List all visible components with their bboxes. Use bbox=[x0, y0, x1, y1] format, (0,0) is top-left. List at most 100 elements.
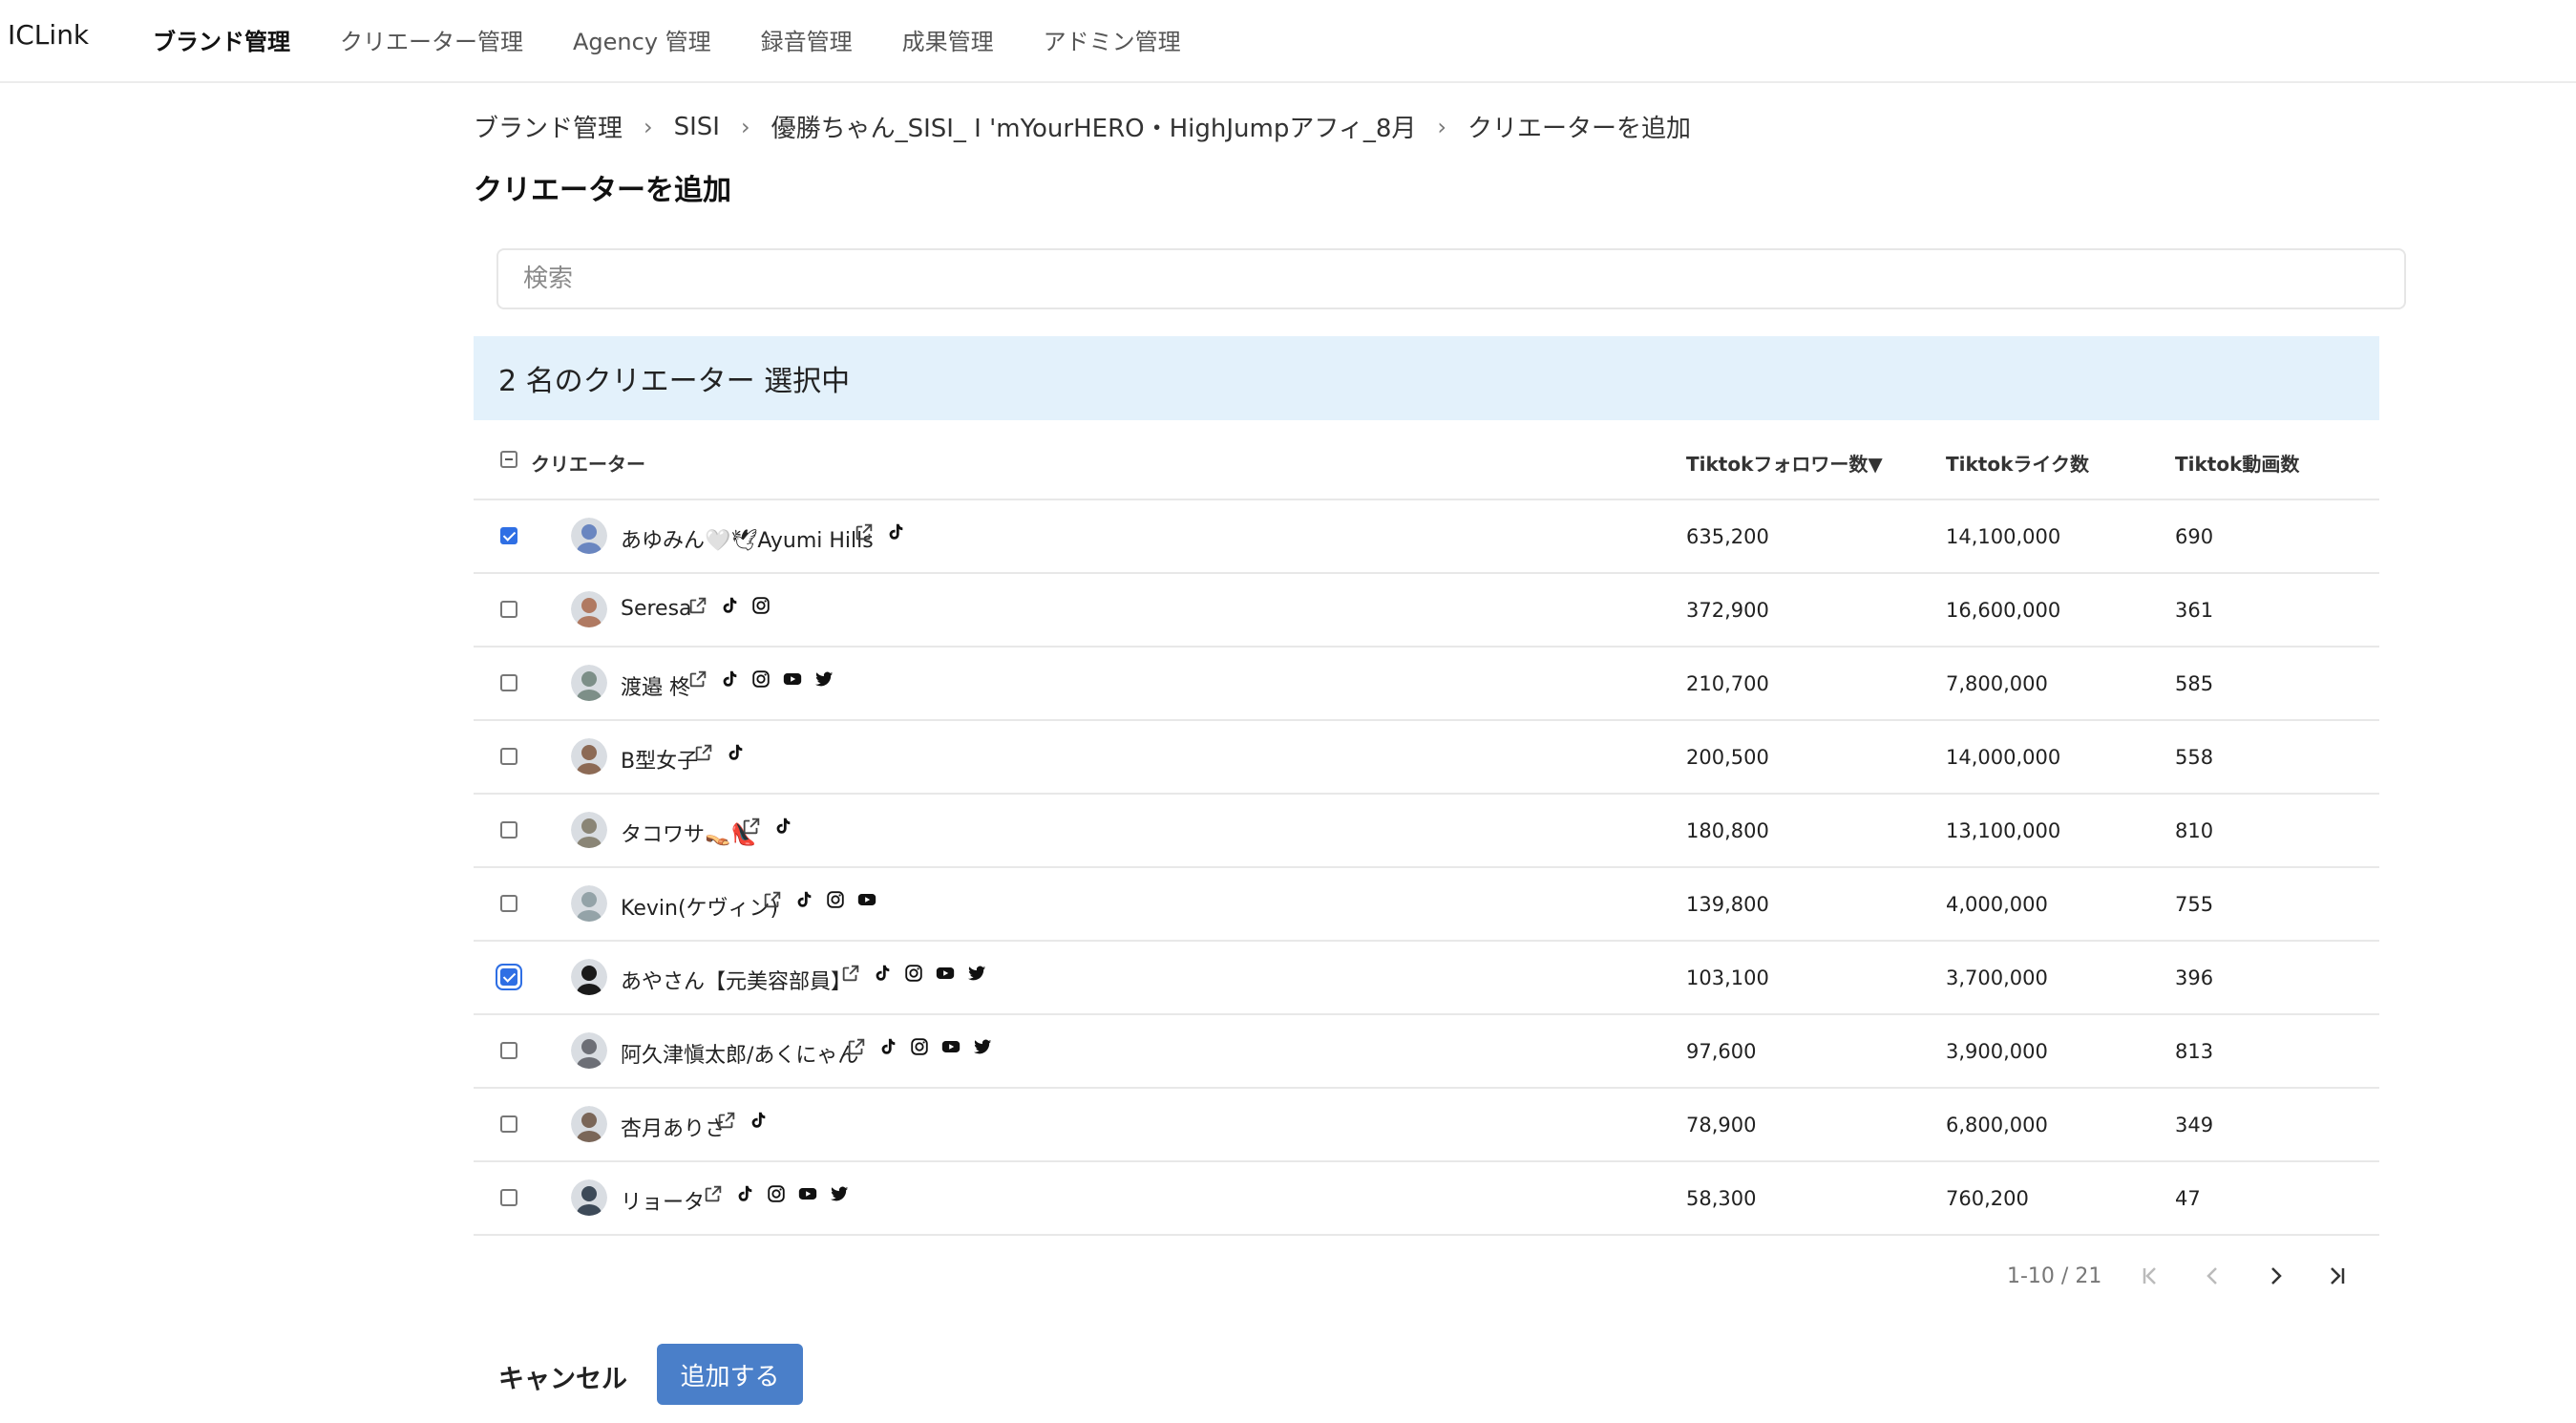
youtube-icon[interactable] bbox=[856, 889, 877, 910]
breadcrumb-brand[interactable]: SISI bbox=[674, 113, 720, 141]
creator-name[interactable]: 渡邉 柊 bbox=[621, 670, 690, 701]
instagram-icon[interactable] bbox=[825, 889, 846, 910]
twitter-icon[interactable] bbox=[829, 1183, 850, 1204]
table-row[interactable]: Kevin(ケヴィン) 139,800 4,000,000 755 bbox=[474, 868, 2379, 942]
first-page-icon[interactable] bbox=[2135, 1261, 2165, 1291]
tiktok-icon[interactable] bbox=[725, 742, 746, 763]
table-row[interactable]: Seresa 372,900 16,600,000 361 bbox=[474, 574, 2379, 648]
creator-name[interactable]: 阿久津愼太郎/あくにゃん bbox=[621, 1038, 858, 1069]
social-links bbox=[840, 963, 987, 984]
avatar bbox=[571, 1179, 607, 1216]
row-checkbox[interactable] bbox=[500, 601, 517, 618]
external-link-icon[interactable] bbox=[693, 742, 714, 763]
tiktok-icon[interactable] bbox=[719, 595, 740, 616]
breadcrumb-brand-management[interactable]: ブランド管理 bbox=[474, 109, 623, 144]
instagram-icon[interactable] bbox=[750, 669, 771, 690]
page-title: クリエーターを追加 bbox=[474, 174, 731, 207]
next-page-icon[interactable] bbox=[2261, 1261, 2291, 1291]
row-checkbox[interactable] bbox=[500, 1189, 517, 1206]
breadcrumb-campaign[interactable]: 優勝ちゃん_SISI_ I 'mYourHERO・HighJumpアフィ_8月 bbox=[771, 109, 1417, 144]
creator-name[interactable]: タコワサ👡👠 bbox=[621, 818, 757, 848]
twitter-icon[interactable] bbox=[966, 963, 987, 984]
tiktok-icon[interactable] bbox=[734, 1183, 755, 1204]
creator-name[interactable]: B型女子 bbox=[621, 744, 698, 775]
external-link-icon[interactable] bbox=[762, 889, 783, 910]
chevron-right-icon: › bbox=[1437, 113, 1446, 140]
table-row[interactable]: 渡邉 柊 210,700 7,800,000 585 bbox=[474, 648, 2379, 721]
cancel-button[interactable]: キャンセル bbox=[498, 1358, 627, 1395]
row-checkbox[interactable] bbox=[500, 527, 517, 544]
creator-name[interactable]: Kevin(ケヴィン) bbox=[621, 891, 778, 922]
column-header-videos[interactable]: Tiktok動画数 bbox=[2175, 449, 2299, 477]
nav-admin-management[interactable]: アドミン管理 bbox=[1044, 23, 1181, 56]
instagram-icon[interactable] bbox=[909, 1036, 930, 1057]
creator-name[interactable]: あゆみん🤍🕊Ayumi Hills bbox=[621, 523, 874, 554]
youtube-icon[interactable] bbox=[940, 1036, 961, 1057]
youtube-icon[interactable] bbox=[797, 1183, 818, 1204]
tiktok-icon[interactable] bbox=[877, 1036, 898, 1057]
add-button[interactable]: 追加する bbox=[657, 1344, 803, 1405]
tiktok-followers: 372,900 bbox=[1686, 599, 1769, 622]
creator-name[interactable]: Seresa bbox=[621, 597, 692, 621]
tiktok-icon[interactable] bbox=[748, 1110, 769, 1131]
tiktok-likes: 13,100,000 bbox=[1946, 819, 2061, 842]
column-header-followers[interactable]: Tiktokフォロワー数▼ bbox=[1686, 449, 1883, 477]
select-all-checkbox[interactable] bbox=[500, 451, 517, 468]
youtube-icon[interactable] bbox=[935, 963, 956, 984]
tiktok-icon[interactable] bbox=[772, 816, 793, 837]
external-link-icon[interactable] bbox=[846, 1036, 867, 1057]
row-checkbox[interactable] bbox=[500, 895, 517, 912]
nav-creator-management[interactable]: クリエーター管理 bbox=[340, 23, 523, 56]
breadcrumb: ブランド管理 › SISI › 優勝ちゃん_SISI_ I 'mYourHERO… bbox=[474, 109, 1691, 144]
table-row[interactable]: タコワサ👡👠 180,800 13,100,000 810 bbox=[474, 795, 2379, 868]
external-link-icon[interactable] bbox=[687, 669, 708, 690]
column-header-likes[interactable]: Tiktokライク数 bbox=[1946, 449, 2089, 477]
creator-name[interactable]: あやさん【元美容部員】 bbox=[621, 965, 852, 995]
tiktok-icon[interactable] bbox=[793, 889, 814, 910]
instagram-icon[interactable] bbox=[766, 1183, 787, 1204]
twitter-icon[interactable] bbox=[813, 669, 834, 690]
table-row[interactable]: あゆみん🤍🕊Ayumi Hills 635,200 14,100,000 690 bbox=[474, 500, 2379, 574]
last-page-icon[interactable] bbox=[2322, 1261, 2353, 1291]
external-link-icon[interactable] bbox=[840, 963, 861, 984]
search-input[interactable] bbox=[496, 248, 2406, 309]
chevron-right-icon: › bbox=[740, 113, 750, 140]
tiktok-followers: 180,800 bbox=[1686, 819, 1769, 842]
nav-agency-management[interactable]: Agency 管理 bbox=[573, 23, 711, 56]
nav-results-management[interactable]: 成果管理 bbox=[902, 23, 994, 56]
table-row[interactable]: B型女子 200,500 14,000,000 558 bbox=[474, 721, 2379, 795]
external-link-icon[interactable] bbox=[716, 1110, 737, 1131]
table-row[interactable]: 阿久津愼太郎/あくにゃん 97,600 3,900,000 813 bbox=[474, 1015, 2379, 1089]
row-checkbox[interactable] bbox=[500, 821, 517, 839]
instagram-icon[interactable] bbox=[750, 595, 771, 616]
row-checkbox[interactable] bbox=[500, 748, 517, 765]
creator-name[interactable]: 杏月ありさ bbox=[621, 1112, 726, 1142]
nav-recording-management[interactable]: 録音管理 bbox=[761, 23, 853, 56]
external-link-icon[interactable] bbox=[687, 595, 708, 616]
tiktok-icon[interactable] bbox=[719, 669, 740, 690]
avatar bbox=[571, 665, 607, 701]
external-link-icon[interactable] bbox=[703, 1183, 724, 1204]
creator-name[interactable]: リョータ bbox=[621, 1185, 705, 1216]
row-checkbox[interactable] bbox=[500, 1042, 517, 1059]
previous-page-icon[interactable] bbox=[2198, 1261, 2228, 1291]
table-row[interactable]: 杏月ありさ 78,900 6,800,000 349 bbox=[474, 1089, 2379, 1162]
app-logo[interactable]: ICLink bbox=[8, 19, 89, 51]
tiktok-likes: 14,100,000 bbox=[1946, 525, 2061, 548]
tiktok-icon[interactable] bbox=[885, 521, 906, 542]
tiktok-followers: 210,700 bbox=[1686, 672, 1769, 695]
tiktok-icon[interactable] bbox=[872, 963, 893, 984]
nav-brand-management[interactable]: ブランド管理 bbox=[153, 23, 290, 56]
table-row[interactable]: リョータ 58,300 760,200 47 bbox=[474, 1162, 2379, 1236]
external-link-icon[interactable] bbox=[854, 521, 875, 542]
instagram-icon[interactable] bbox=[903, 963, 924, 984]
tiktok-videos: 396 bbox=[2175, 966, 2214, 989]
twitter-icon[interactable] bbox=[972, 1036, 993, 1057]
row-checkbox[interactable] bbox=[500, 674, 517, 691]
row-checkbox[interactable] bbox=[500, 968, 517, 986]
row-checkbox[interactable] bbox=[500, 1115, 517, 1133]
external-link-icon[interactable] bbox=[741, 816, 762, 837]
table-row[interactable]: あやさん【元美容部員】 103,100 3,700,000 396 bbox=[474, 942, 2379, 1015]
youtube-icon[interactable] bbox=[782, 669, 803, 690]
column-header-creator: クリエーター bbox=[531, 453, 645, 476]
